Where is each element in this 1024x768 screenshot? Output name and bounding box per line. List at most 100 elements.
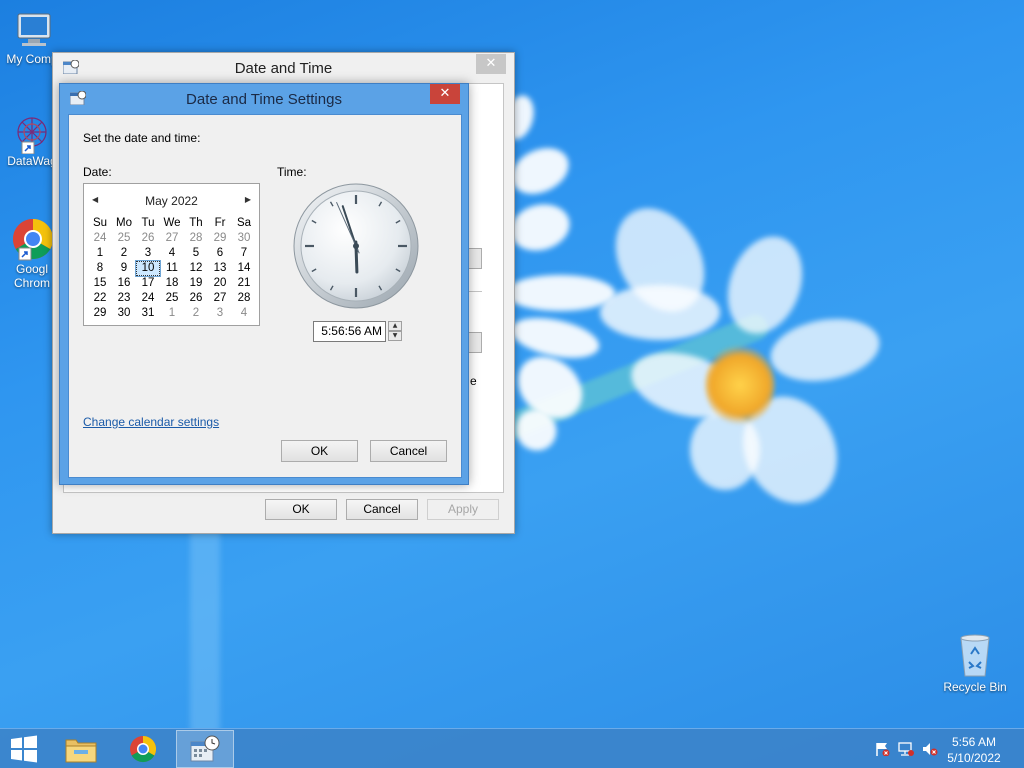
- calendar-day[interactable]: 20: [208, 276, 232, 291]
- calendar-day[interactable]: 4: [232, 306, 256, 321]
- calendar-day[interactable]: 4: [160, 246, 184, 261]
- calendar-day[interactable]: 13: [208, 261, 232, 276]
- calendar-day[interactable]: 25: [112, 231, 136, 246]
- calendar-day[interactable]: 14: [232, 261, 256, 276]
- clipped-text: e: [470, 374, 477, 388]
- calendar-day[interactable]: 21: [232, 276, 256, 291]
- calendar-day-selected[interactable]: 10: [135, 260, 161, 277]
- calendar-day[interactable]: 26: [184, 291, 208, 306]
- calendar-day[interactable]: 28: [184, 231, 208, 246]
- calendar-day[interactable]: 30: [112, 306, 136, 321]
- calendar-day[interactable]: 7: [232, 246, 256, 261]
- calendar-day[interactable]: 29: [88, 306, 112, 321]
- calendar-day[interactable]: 5: [184, 246, 208, 261]
- taskbar-file-explorer[interactable]: [52, 730, 110, 768]
- wallpaper-flower-center: [705, 345, 775, 425]
- calendar-day[interactable]: 6: [208, 246, 232, 261]
- calendar-week-row: 22 23 24 25 26 27 28: [88, 291, 256, 306]
- start-button[interactable]: [0, 730, 48, 768]
- window-titlebar[interactable]: Date and Time ✕: [53, 53, 514, 83]
- calendar-day[interactable]: 24: [136, 291, 160, 306]
- calendar-day[interactable]: 2: [112, 246, 136, 261]
- month-calendar[interactable]: ◀ May 2022 ▶ Su Mo Tu We Th Fr Sa 24 25 26…: [83, 183, 260, 326]
- calendar-week-row: 1234567: [88, 246, 256, 261]
- dialog-content: Set the date and time: Date: Time: ◀ May…: [68, 114, 462, 478]
- taskbar-clock[interactable]: 5:56 AM 5/10/2022: [944, 734, 1004, 766]
- dialog-title: Date and Time Settings: [186, 91, 342, 108]
- chrome-icon: [13, 219, 53, 261]
- calendar-day[interactable]: 17: [136, 276, 160, 291]
- next-month-icon[interactable]: ▶: [245, 195, 251, 204]
- calendar-day[interactable]: 29: [208, 231, 232, 246]
- calendar-day[interactable]: 1: [88, 246, 112, 261]
- calendar-day[interactable]: 27: [160, 231, 184, 246]
- time-spinner[interactable]: ▲ ▼: [388, 321, 402, 342]
- calendar-day[interactable]: 22: [88, 291, 112, 306]
- change-date-time-button-edge[interactable]: [468, 248, 482, 269]
- calendar-day[interactable]: 16: [112, 276, 136, 291]
- network-icon[interactable]: [898, 742, 914, 756]
- volume-muted-icon[interactable]: [922, 742, 938, 756]
- close-icon: ✕: [439, 86, 451, 101]
- chrome-icon: [130, 735, 157, 763]
- calendar-day[interactable]: 28: [232, 291, 256, 306]
- calendar-day[interactable]: 18: [160, 276, 184, 291]
- calendar-month-title[interactable]: May 2022: [84, 194, 259, 208]
- desktop-icon-recycle-bin[interactable]: Recycle Bin: [938, 630, 1012, 694]
- calendar-day[interactable]: 30: [232, 231, 256, 246]
- calendar-day[interactable]: 8: [88, 261, 112, 276]
- close-button[interactable]: ✕: [476, 54, 506, 74]
- wallpaper-petal: [505, 198, 575, 257]
- apply-button[interactable]: Apply: [427, 499, 499, 520]
- wallpaper-petal: [600, 285, 720, 340]
- cancel-button[interactable]: Cancel: [346, 499, 418, 520]
- calendar-day[interactable]: 2: [184, 306, 208, 321]
- ok-button[interactable]: OK: [281, 440, 358, 462]
- close-icon: ✕: [485, 56, 497, 71]
- calendar-day[interactable]: 1: [160, 306, 184, 321]
- calendar-day[interactable]: 9: [112, 261, 136, 276]
- calendar-day[interactable]: 11: [160, 261, 184, 276]
- calendar-week-row: 15 16 17 18 19 20 21: [88, 276, 256, 291]
- taskbar-google-chrome[interactable]: [114, 730, 172, 768]
- window-title: Date and Time: [234, 60, 333, 77]
- calendar-day[interactable]: 23: [112, 291, 136, 306]
- calendar-day[interactable]: 3: [208, 306, 232, 321]
- recycle-bin-icon: [960, 634, 990, 677]
- ok-button[interactable]: OK: [265, 499, 337, 520]
- taskbar-time: 5:56 AM: [951, 735, 997, 749]
- weekday-label: Mo: [116, 217, 132, 229]
- date-label: Date:: [83, 165, 112, 179]
- taskbar-date: 5/10/2022: [947, 751, 1001, 765]
- action-center-flag-icon[interactable]: [874, 742, 890, 756]
- weekday-header-row: Su Mo Tu We Th Fr Sa: [88, 216, 256, 231]
- taskbar-date-time-settings[interactable]: [176, 730, 234, 768]
- file-explorer-icon: [65, 739, 97, 763]
- windows-logo-icon: [11, 735, 37, 763]
- weekday-label: Su: [92, 217, 108, 229]
- weekday-label: Tu: [141, 217, 155, 229]
- time-label: Time:: [277, 165, 307, 179]
- time-input[interactable]: 5:56:56 AM: [313, 321, 386, 342]
- cancel-button[interactable]: Cancel: [370, 440, 447, 462]
- calendar-day[interactable]: 19: [184, 276, 208, 291]
- spin-down-icon[interactable]: ▼: [388, 331, 402, 341]
- calendar-day[interactable]: 26: [136, 231, 160, 246]
- clock-center: [353, 243, 359, 249]
- spin-up-icon[interactable]: ▲: [388, 321, 402, 331]
- datawag-icon: [17, 117, 47, 154]
- change-time-zone-button-edge[interactable]: [468, 332, 482, 353]
- calendar-day[interactable]: 15: [88, 276, 112, 291]
- calendar-day[interactable]: 24: [88, 231, 112, 246]
- computer-icon: [17, 13, 51, 46]
- weekday-label: Th: [189, 217, 203, 229]
- calendar-day[interactable]: 25: [160, 291, 184, 306]
- calendar-day[interactable]: 31: [136, 306, 160, 321]
- taskbar: 5:56 AM 5/10/2022: [0, 728, 1024, 768]
- calendar-day[interactable]: 3: [136, 246, 160, 261]
- close-button[interactable]: ✕: [430, 84, 460, 104]
- change-calendar-settings-link[interactable]: Change calendar settings: [83, 415, 219, 429]
- calendar-day[interactable]: 27: [208, 291, 232, 306]
- calendar-day[interactable]: 12: [184, 261, 208, 276]
- analog-clock: [293, 183, 419, 309]
